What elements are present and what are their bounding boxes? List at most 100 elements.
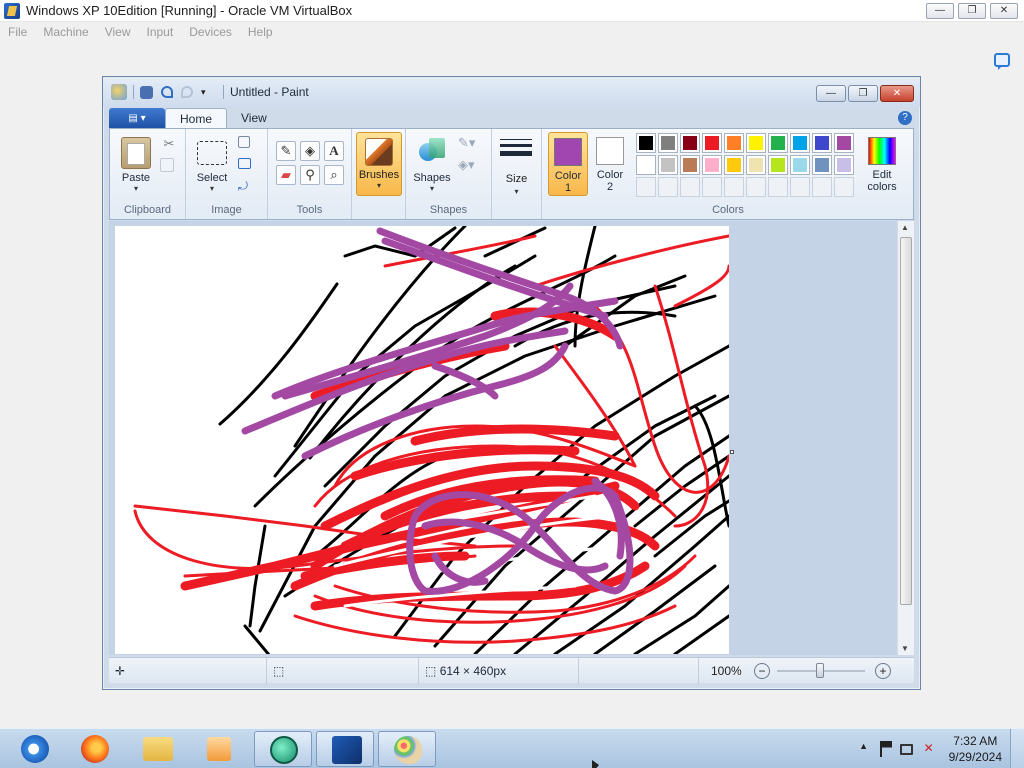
paint-titlebar: ▾ Untitled - Paint — ❐ ✕ [103, 77, 920, 107]
notification-bubble-icon[interactable] [994, 53, 1010, 70]
tab-home[interactable]: Home [165, 108, 228, 129]
palette-color-swatch[interactable] [636, 155, 656, 175]
palette-color-swatch[interactable] [746, 155, 766, 175]
taskbar-paint[interactable] [378, 731, 436, 767]
palette-color-swatch[interactable] [724, 133, 744, 153]
taskbar-media-player[interactable] [190, 731, 248, 767]
zoom-in-button[interactable]: + [875, 663, 891, 679]
palette-color-swatch[interactable] [768, 133, 788, 153]
palette-color-swatch[interactable] [724, 155, 744, 175]
palette-custom-swatch[interactable] [768, 177, 788, 197]
internet-explorer-icon [21, 735, 49, 763]
eraser-icon[interactable]: ▰ [276, 165, 296, 185]
color1-swatch [554, 138, 582, 166]
color2-swatch [596, 137, 624, 165]
resize-icon[interactable] [238, 158, 251, 169]
menu-input[interactable]: Input [147, 25, 174, 39]
crop-icon[interactable] [238, 136, 250, 148]
palette-custom-swatch[interactable] [636, 177, 656, 197]
color2-button[interactable]: Color 2 [590, 132, 630, 196]
redo-icon[interactable] [181, 86, 193, 98]
shapes-button[interactable]: Shapes ▾ [410, 133, 454, 193]
palette-color-swatch[interactable] [812, 133, 832, 153]
save-icon[interactable] [140, 85, 153, 99]
menu-view[interactable]: View [105, 25, 131, 39]
menu-machine[interactable]: Machine [43, 25, 88, 39]
pencil-icon[interactable]: ✎ [276, 141, 296, 161]
paint-maximize-button[interactable]: ❐ [848, 85, 878, 102]
palette-custom-swatch[interactable] [724, 177, 744, 197]
undo-icon[interactable] [161, 86, 173, 98]
palette-color-swatch[interactable] [746, 133, 766, 153]
taskbar-explorer[interactable] [128, 731, 186, 767]
rotate-icon[interactable]: ⤾ [238, 179, 256, 197]
palette-custom-swatch[interactable] [812, 177, 832, 197]
palette-color-swatch[interactable] [680, 155, 700, 175]
shapes-icon [417, 137, 447, 169]
menu-file[interactable]: File [8, 25, 27, 39]
show-desktop-button[interactable] [1010, 729, 1024, 768]
menu-help[interactable]: Help [248, 25, 273, 39]
palette-custom-swatch[interactable] [790, 177, 810, 197]
taskbar-firefox[interactable] [66, 731, 124, 767]
tray-expand-icon[interactable]: ▲ [856, 741, 872, 757]
vbox-restore-button[interactable]: ❐ [958, 3, 986, 19]
fill-shape-icon[interactable]: ◈▾ [458, 157, 476, 175]
zoom-out-button[interactable]: − [754, 663, 770, 679]
palette-color-swatch[interactable] [768, 155, 788, 175]
palette-color-swatch[interactable] [834, 155, 854, 175]
text-icon[interactable]: A [324, 141, 344, 161]
taskbar-virtualbox[interactable] [316, 731, 374, 767]
select-button[interactable]: Select ▾ [192, 133, 232, 193]
scroll-down-arrow-icon[interactable]: ▼ [901, 644, 909, 653]
zoom-slider-thumb[interactable] [816, 663, 824, 678]
vbox-minimize-button[interactable]: — [926, 3, 954, 19]
scroll-up-arrow-icon[interactable]: ▲ [901, 223, 909, 232]
tab-view[interactable]: View [227, 108, 281, 129]
paint-app-menu-button[interactable]: ▤ ▾ [109, 108, 165, 129]
palette-color-swatch[interactable] [790, 155, 810, 175]
customize-qat-icon[interactable]: ▾ [201, 84, 217, 100]
clock[interactable]: 7:32 AM 9/29/2024 [949, 733, 1002, 765]
palette-custom-swatch[interactable] [702, 177, 722, 197]
drawing-canvas[interactable] [115, 226, 729, 654]
size-group[interactable]: Size ▾ [492, 129, 542, 219]
paint-close-button[interactable]: ✕ [880, 85, 914, 102]
volume-muted-icon[interactable]: ✕ [921, 741, 937, 757]
drawing-strokes [133, 226, 729, 654]
help-icon[interactable]: ? [898, 111, 912, 125]
paint-minimize-button[interactable]: — [816, 85, 846, 102]
color1-button[interactable]: Color 1 [548, 132, 588, 196]
palette-color-swatch[interactable] [636, 133, 656, 153]
action-center-flag-icon[interactable] [879, 741, 892, 757]
fill-icon[interactable]: ◈ [300, 141, 320, 161]
edit-colors-button[interactable]: Edit colors [860, 132, 904, 196]
scroll-thumb[interactable] [900, 237, 912, 605]
palette-color-swatch[interactable] [658, 133, 678, 153]
vbox-close-button[interactable]: ✕ [990, 3, 1018, 19]
palette-color-swatch[interactable] [790, 133, 810, 153]
color-picker-icon[interactable]: ⚲ [300, 165, 320, 185]
taskbar-app-green[interactable] [254, 731, 312, 767]
copy-icon[interactable] [160, 158, 174, 172]
canvas-resize-handle[interactable] [730, 450, 734, 454]
palette-color-swatch[interactable] [680, 133, 700, 153]
vertical-scrollbar[interactable]: ▲ ▼ [897, 221, 914, 655]
palette-color-swatch[interactable] [658, 155, 678, 175]
outline-icon[interactable]: ✎▾ [458, 135, 476, 153]
palette-custom-swatch[interactable] [834, 177, 854, 197]
palette-color-swatch[interactable] [702, 155, 722, 175]
palette-custom-swatch[interactable] [658, 177, 678, 197]
palette-custom-swatch[interactable] [680, 177, 700, 197]
cut-icon[interactable]: ✂ [160, 136, 178, 154]
menu-devices[interactable]: Devices [189, 25, 232, 39]
network-icon[interactable] [899, 743, 913, 755]
palette-color-swatch[interactable] [834, 133, 854, 153]
palette-color-swatch[interactable] [812, 155, 832, 175]
taskbar-ie[interactable] [6, 731, 64, 767]
magnifier-icon[interactable]: ⌕ [324, 165, 344, 185]
palette-color-swatch[interactable] [702, 133, 722, 153]
paste-button[interactable]: Paste ▾ [116, 133, 156, 193]
brushes-button[interactable]: Brushes ▾ [356, 132, 402, 196]
palette-custom-swatch[interactable] [746, 177, 766, 197]
